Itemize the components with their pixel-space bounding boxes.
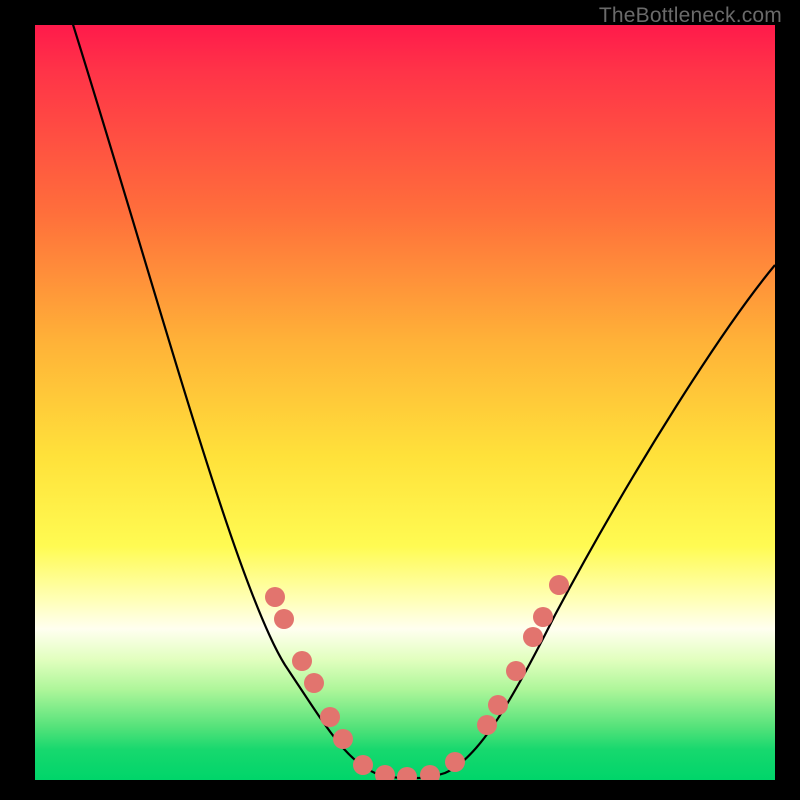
bottleneck-curve <box>35 25 775 780</box>
data-point <box>265 587 285 607</box>
data-point <box>445 752 465 772</box>
data-point <box>506 661 526 681</box>
data-point <box>304 673 324 693</box>
data-point <box>477 715 497 735</box>
data-point <box>274 609 294 629</box>
data-point <box>353 755 373 775</box>
data-point <box>333 729 353 749</box>
data-point <box>533 607 553 627</box>
data-dots <box>265 575 569 780</box>
plot-area <box>35 25 775 780</box>
data-point <box>292 651 312 671</box>
curve-path <box>70 25 775 778</box>
watermark-text: TheBottleneck.com <box>599 4 782 28</box>
chart-frame: TheBottleneck.com <box>0 0 800 800</box>
data-point <box>488 695 508 715</box>
data-point <box>397 767 417 780</box>
data-point <box>420 765 440 780</box>
data-point <box>523 627 543 647</box>
data-point <box>375 765 395 780</box>
data-point <box>320 707 340 727</box>
data-point <box>549 575 569 595</box>
